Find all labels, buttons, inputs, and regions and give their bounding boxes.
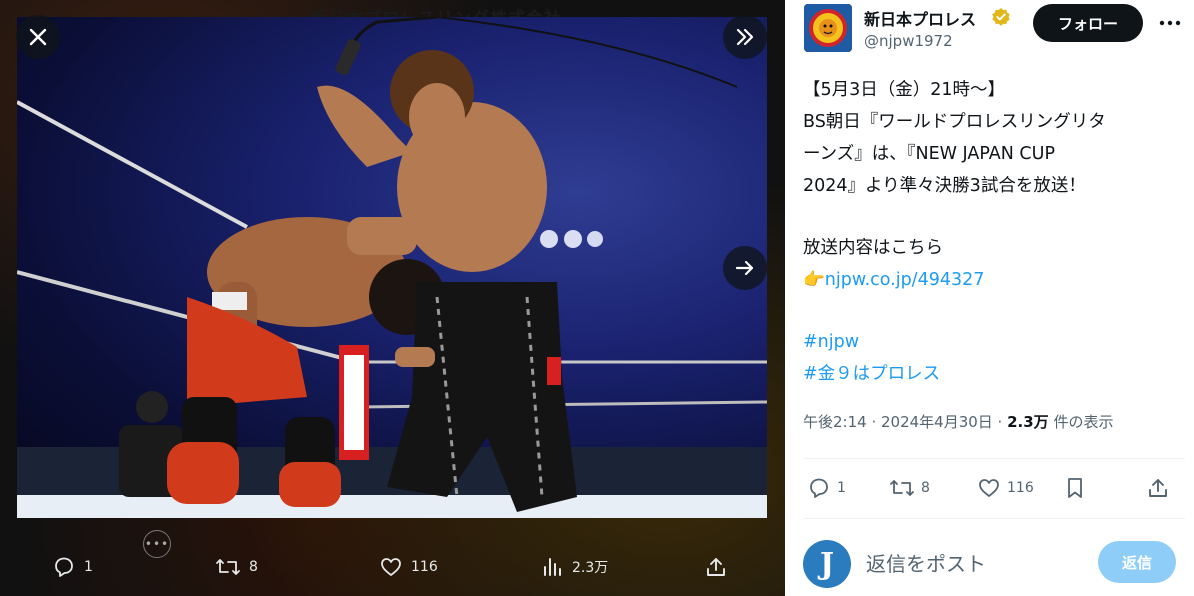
share-icon xyxy=(707,558,725,576)
share-button[interactable] xyxy=(1147,470,1169,506)
reply-input[interactable]: 返信をポスト xyxy=(866,548,986,577)
views-suffix: 件の表示 xyxy=(1048,413,1114,431)
user-avatar[interactable]: J xyxy=(803,540,851,588)
pointing-hand-icon: 👉 xyxy=(803,270,825,290)
tweet-action-bar: 1 8 116 xyxy=(803,470,1185,506)
views-value: 2.3万 xyxy=(1007,413,1049,431)
double-chevron-right-icon xyxy=(736,28,754,46)
tweet-text-line: ーンズ』は、『NEW JAPAN CUP xyxy=(803,144,1056,164)
analytics-icon xyxy=(544,558,561,576)
media-viewer: 新日本プロレスリング株式会社 xyxy=(0,0,785,596)
tweet-text-line: 【5月3日（金）21時～】 xyxy=(803,80,1006,100)
arrow-right-icon xyxy=(735,260,754,276)
viewer-action-bar: 1 8 116 2.3万 xyxy=(0,545,785,589)
tweet-timestamp[interactable]: 午後2:14 · 2024年4月30日 · xyxy=(803,413,1007,431)
account-avatar[interactable] xyxy=(804,4,852,52)
more-options-button[interactable] xyxy=(1153,6,1187,40)
viewer-like-count: 116 xyxy=(411,559,438,575)
divider xyxy=(803,458,1185,459)
ellipsis-icon xyxy=(1159,20,1181,26)
verified-badge-icon xyxy=(991,7,1011,31)
retweet-button[interactable]: 8 xyxy=(889,470,930,506)
tweet-text-line: 放送内容はこちら xyxy=(803,238,943,258)
divider xyxy=(803,518,1185,519)
tweet-text: 【5月3日（金）21時～】 BS朝日『ワールドプロレスリングリタ ーンズ』は、『… xyxy=(803,74,1183,390)
tweet-link[interactable]: njpw.co.jp/494327 xyxy=(825,270,985,290)
reply-submit-button[interactable]: 返信 xyxy=(1098,541,1176,583)
account-handle[interactable]: @njpw1972 xyxy=(864,32,953,50)
viewer-retweet-count: 8 xyxy=(249,559,258,575)
wrestling-photo[interactable] xyxy=(17,17,767,518)
heart-icon xyxy=(381,558,401,576)
lion-logo-icon xyxy=(804,4,852,52)
like-button[interactable]: 116 xyxy=(977,470,1034,506)
viewer-reply-count: 1 xyxy=(84,559,93,575)
hashtag-kin9[interactable]: #金９はプロレス xyxy=(803,364,940,384)
share-icon xyxy=(1149,479,1167,497)
close-icon xyxy=(29,28,47,46)
display-name[interactable]: 新日本プロレス xyxy=(864,6,976,30)
bookmark-icon xyxy=(1068,478,1082,498)
reply-button[interactable]: 1 xyxy=(807,470,846,506)
close-button[interactable] xyxy=(16,15,60,59)
viewer-reply-button[interactable]: 1 xyxy=(52,545,93,589)
tweet-meta: 午後2:14 · 2024年4月30日 · 2.3万 件の表示 xyxy=(803,411,1113,432)
viewer-views-count: 2.3万 xyxy=(572,560,609,576)
tweet-panel: 新日本プロレス @njpw1972 フォロー 【5月3日（金）21時～】 BS朝… xyxy=(785,0,1194,596)
tweet-text-line: 2024』より準々決勝3試合を放送！ xyxy=(803,176,1086,196)
reply-icon xyxy=(810,478,828,498)
follow-button[interactable]: フォロー xyxy=(1033,4,1143,42)
expand-panel-button[interactable] xyxy=(723,15,767,59)
viewer-like-button[interactable]: 116 xyxy=(379,545,438,589)
viewer-retweet-button[interactable]: 8 xyxy=(215,545,258,589)
retweet-icon xyxy=(890,480,914,496)
retweet-count: 8 xyxy=(921,480,930,496)
tweet-text-line: BS朝日『ワールドプロレスリングリタ xyxy=(803,112,1106,132)
viewer-share-button[interactable] xyxy=(705,545,727,589)
bookmark-button[interactable] xyxy=(1065,470,1085,506)
reply-count: 1 xyxy=(837,480,846,496)
retweet-icon xyxy=(216,559,240,575)
viewer-views-button[interactable]: 2.3万 xyxy=(542,545,608,589)
reply-icon xyxy=(55,557,73,577)
like-count: 116 xyxy=(1007,480,1034,496)
heart-icon xyxy=(979,479,999,497)
next-image-button[interactable] xyxy=(723,246,767,290)
hashtag-njpw[interactable]: #njpw xyxy=(803,332,859,352)
